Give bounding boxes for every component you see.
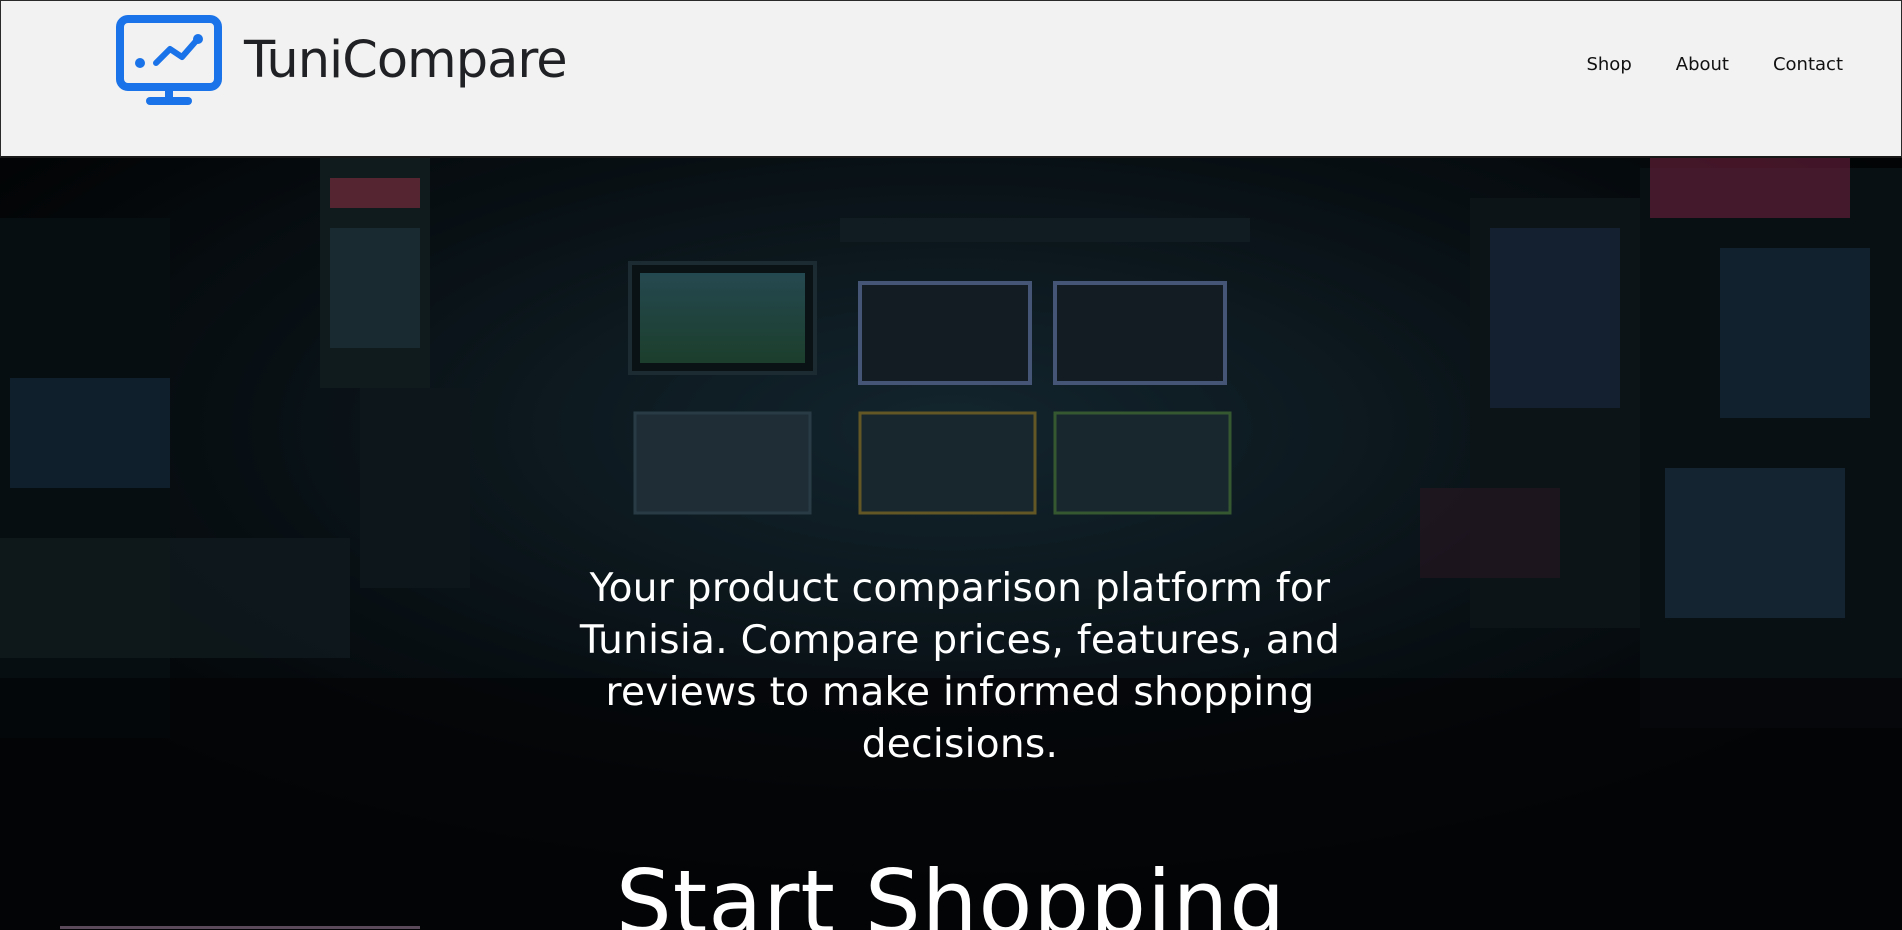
nav-shop-link[interactable]: Shop bbox=[1586, 54, 1631, 75]
hero-section: Your product comparison platform for Tun… bbox=[0, 158, 1902, 930]
bottom-divider bbox=[60, 926, 420, 929]
hero-tagline: Your product comparison platform for Tun… bbox=[579, 566, 1341, 767]
nav-contact-link[interactable]: Contact bbox=[1773, 54, 1843, 75]
brand-name: TuniCompare bbox=[244, 31, 568, 90]
main-nav: Shop About Contact bbox=[1586, 54, 1843, 75]
start-shopping-button[interactable]: Start Shopping bbox=[0, 848, 1902, 930]
site-header: TuniCompare Shop About Contact bbox=[0, 0, 1902, 158]
hero-background-image bbox=[0, 158, 1902, 930]
nav-about-link[interactable]: About bbox=[1676, 54, 1729, 75]
brand-logo-link[interactable]: TuniCompare bbox=[116, 15, 568, 110]
monitor-chart-icon bbox=[116, 15, 222, 105]
